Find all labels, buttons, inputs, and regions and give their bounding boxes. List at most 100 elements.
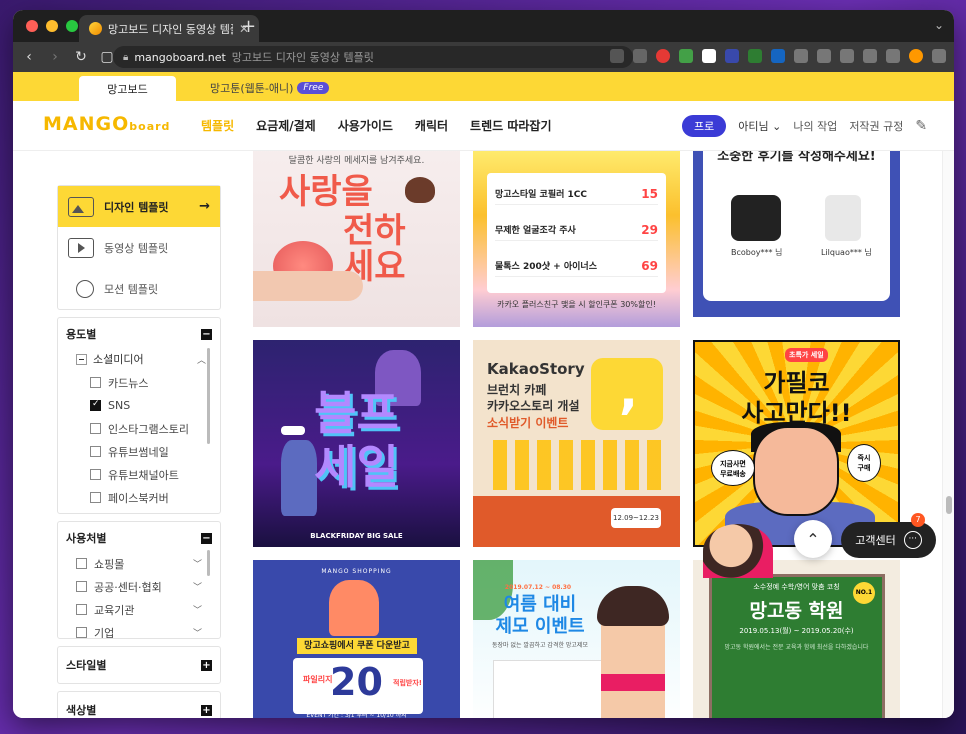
back-icon[interactable]: ‹ xyxy=(21,49,37,65)
minimize-window-button[interactable] xyxy=(46,20,58,32)
chevron-down-icon[interactable]: ﹀ xyxy=(193,626,202,638)
template-card-summer[interactable]: 2019.07.12 ~ 08.30 여름 대비 제모 이벤트 동장마 없는 깔… xyxy=(473,560,680,718)
new-tab-button[interactable]: + xyxy=(241,16,256,37)
download-icon[interactable] xyxy=(817,49,831,63)
my-work-link[interactable]: 나의 작업 xyxy=(793,118,837,134)
extension-red-icon[interactable] xyxy=(656,49,670,63)
tab-search-icon[interactable]: ⌄ xyxy=(934,18,944,32)
copyright-link[interactable]: 저작권 규정 xyxy=(849,118,903,134)
checkbox[interactable] xyxy=(76,604,87,615)
collapse-icon[interactable]: − xyxy=(201,532,212,544)
browser-tab-active[interactable]: 망고보드 디자인 동영상 템플릿 ✕ xyxy=(79,15,259,42)
extension-shield-icon[interactable] xyxy=(679,49,693,63)
usage-filter-header[interactable]: 용도별 − xyxy=(58,318,220,348)
template-card-clinic[interactable]: 망고스타일 코필러 1CC 15 무제한 얼굴조각 주사 29 물톡스 200샷 +… xyxy=(473,151,680,327)
pro-button[interactable]: 프로 xyxy=(682,115,727,137)
menu-trends[interactable]: 트렌드 따라잡기 xyxy=(470,117,551,134)
extension-blue-icon[interactable] xyxy=(771,49,785,63)
media-icon[interactable] xyxy=(840,49,854,63)
filter-insta-story[interactable]: 인스타그램스토리 xyxy=(58,417,220,440)
share-icon[interactable] xyxy=(610,49,624,63)
checkbox[interactable] xyxy=(90,423,101,434)
reload-icon[interactable]: ↻ xyxy=(73,49,89,65)
checkbox[interactable] xyxy=(76,558,87,569)
coupon-left-text: 파일리지 xyxy=(303,675,333,684)
review-left-label: Bcoboy*** 님 xyxy=(731,248,783,257)
user-type-filter-header[interactable]: 사용처별 − xyxy=(58,522,220,552)
menu-characters[interactable]: 캐릭터 xyxy=(415,117,448,134)
menu-guide[interactable]: 사용가이드 xyxy=(338,117,393,134)
site-top-band: 망고보드 망고툰(웹툰-애니) Free xyxy=(13,72,954,101)
checkbox[interactable] xyxy=(76,581,87,592)
checkbox[interactable] xyxy=(90,446,101,457)
star-icon[interactable] xyxy=(633,49,647,63)
maximize-window-button[interactable] xyxy=(66,20,78,32)
template-card-kakaostory[interactable]: KakaoStory 브런치 카페 카카오스토리 개설 소식받기 이벤트 12.… xyxy=(473,340,680,547)
sidebar-icon[interactable] xyxy=(886,49,900,63)
review-panel: 소중한 후기를 작성해주세요! Bcoboy*** 님 Lilquao*** 님 xyxy=(703,151,890,301)
menu-icon[interactable] xyxy=(932,49,946,63)
extension-translate-icon[interactable] xyxy=(725,49,739,63)
filter-card-news[interactable]: 카드뉴스 xyxy=(58,371,220,394)
extension-white-icon[interactable] xyxy=(702,49,716,63)
template-card-comic-sale[interactable]: 초특가 세일 가필코 사고만다!! 지금사면 무료배송 즉시 구매 xyxy=(693,340,900,547)
filter-company[interactable]: 기업 ﹀ xyxy=(58,621,220,638)
site-tab-mangoboard[interactable]: 망고보드 xyxy=(79,76,176,101)
filter-public-center[interactable]: 공공·센터·협회 ﹀ xyxy=(58,575,220,598)
scrollbar-thumb[interactable] xyxy=(946,496,952,514)
checkbox[interactable] xyxy=(76,627,87,638)
logo-main: MANGO xyxy=(43,113,130,135)
page-scrollbar[interactable] xyxy=(942,151,954,718)
template-card-academy[interactable]: NO.1 소수정예 수학/영어 맞춤 코칭 망고동 학원 2019.05.13(… xyxy=(693,560,900,718)
extensions-puzzle-icon[interactable] xyxy=(794,49,808,63)
checkbox[interactable] xyxy=(90,377,101,388)
template-card-coupon[interactable]: MANGO SHOPPING 망고쇼핑에서 쿠폰 다운받고 20 파일리지 적립… xyxy=(253,560,460,718)
template-card-love[interactable]: 달콤한 사랑의 메세지를 남겨주세요. 사랑을 전하 세요 xyxy=(253,151,460,327)
style-filter-header[interactable]: 스타일별 + xyxy=(58,647,220,683)
color-filter-header[interactable]: 색상별 + xyxy=(58,692,220,718)
play-icon xyxy=(68,237,94,258)
sidebar-item-video-templates[interactable]: 동영상 템플릿 xyxy=(58,227,220,268)
extension-green-icon[interactable] xyxy=(748,49,762,63)
filter-label: SNS xyxy=(108,399,131,412)
tab-title: 망고보드 디자인 동영상 템플릿 xyxy=(108,22,233,36)
screenshot-icon[interactable] xyxy=(863,49,877,63)
forward-icon[interactable]: › xyxy=(47,49,63,65)
collapse-icon[interactable]: − xyxy=(201,328,212,340)
usage-scrollbar[interactable] xyxy=(207,348,210,444)
site-logo[interactable]: MANGOboard xyxy=(43,113,170,135)
filter-sns[interactable]: SNS xyxy=(58,394,220,417)
menu-pricing[interactable]: 요금제/결제 xyxy=(256,117,316,134)
filter-shopping-mall[interactable]: 쇼핑몰 ﹀ xyxy=(58,552,220,575)
checkbox[interactable] xyxy=(90,492,101,503)
group-social-media[interactable]: 소셜미디어 ︿ xyxy=(58,348,220,371)
mango-favicon-icon xyxy=(89,22,102,35)
chevron-down-icon[interactable]: ﹀ xyxy=(193,557,202,570)
checkbox[interactable] xyxy=(90,469,101,480)
site-tab-mangotoon[interactable]: 망고툰(웹툰-애니) Free xyxy=(210,80,330,96)
sidebar-item-design-templates[interactable]: 디자인 템플릿 → xyxy=(58,186,220,227)
filter-youtube-thumb[interactable]: 유튜브썸네일 xyxy=(58,440,220,463)
chevron-up-icon[interactable]: ︿ xyxy=(197,353,206,366)
template-card-review[interactable]: 소중한 후기를 작성해주세요! Bcoboy*** 님 Lilquao*** 님 xyxy=(693,151,900,317)
user-type-scrollbar[interactable] xyxy=(207,550,210,576)
scroll-top-button[interactable]: ⌃ xyxy=(794,520,832,558)
profile-avatar[interactable] xyxy=(909,49,923,63)
expand-icon[interactable]: + xyxy=(201,659,212,671)
chevron-down-icon[interactable]: ﹀ xyxy=(193,580,202,593)
filter-facebook-cover[interactable]: 페이스북커버 xyxy=(58,486,220,509)
chevron-down-icon[interactable]: ﹀ xyxy=(193,603,202,616)
brush-icon[interactable]: ✎ xyxy=(915,118,927,134)
customer-center-button[interactable]: 고객센터 ··· xyxy=(841,522,936,558)
group-minus-icon[interactable] xyxy=(76,353,87,365)
template-card-black-friday[interactable]: 블프 세일 BLACKFRIDAY BIG SALE xyxy=(253,340,460,547)
expand-icon[interactable]: + xyxy=(201,704,212,716)
filter-youtube-channel[interactable]: 유튜브채널아트 xyxy=(58,463,220,486)
sidebar-item-motion-templates[interactable]: 모션 템플릿 xyxy=(58,268,220,309)
menu-templates[interactable]: 템플릿 xyxy=(201,117,234,134)
user-menu[interactable]: 아티님 ⌄ xyxy=(738,118,781,134)
address-bar[interactable]: 🔒︎ mangoboard.net 망고보드 디자인 동영상 템플릿 xyxy=(113,46,633,68)
checkbox-checked[interactable] xyxy=(90,399,101,411)
filter-education[interactable]: 교육기관 ﹀ xyxy=(58,598,220,621)
close-window-button[interactable] xyxy=(26,20,38,32)
